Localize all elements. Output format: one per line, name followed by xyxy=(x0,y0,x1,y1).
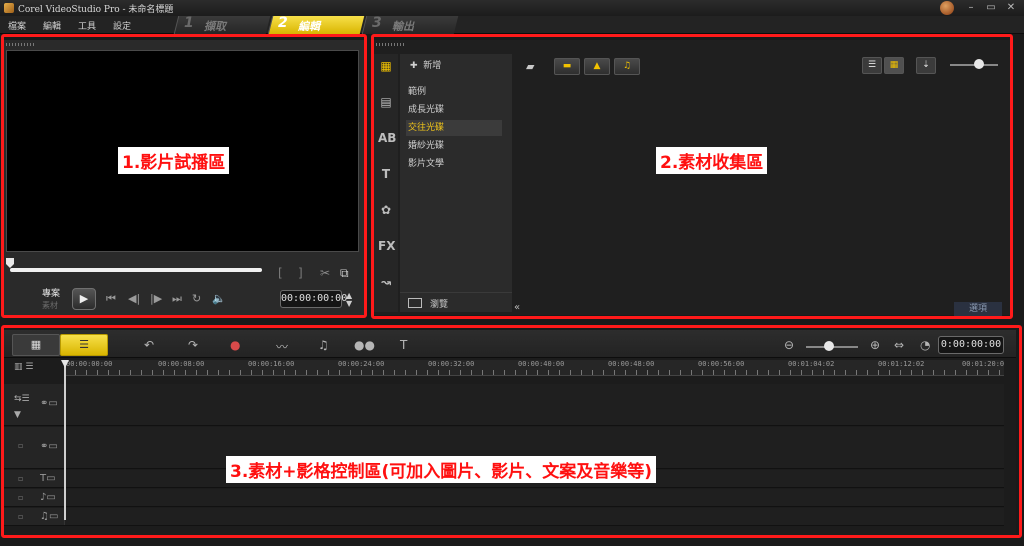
step-label: 擷取 xyxy=(204,20,226,33)
annotation-box-library xyxy=(371,34,1013,319)
minimize-icon[interactable]: – xyxy=(962,1,980,14)
step-number: 2 xyxy=(278,15,288,31)
restore-icon[interactable]: ▭ xyxy=(982,1,1000,14)
annotation-box-timeline xyxy=(1,325,1022,538)
menu-edit[interactable]: 編輯 xyxy=(43,19,61,32)
step-number: 1 xyxy=(184,15,194,31)
annotation-label-player: 1.影片試播區 xyxy=(118,147,230,174)
video-editor-window: Corel VideoStudio Pro - 未命名標題 – ▭ ✕ 檔案 編… xyxy=(0,0,1024,546)
title-bar: Corel VideoStudio Pro - 未命名標題 – ▭ ✕ xyxy=(0,0,1024,16)
close-icon[interactable]: ✕ xyxy=(1002,1,1020,14)
menu-settings[interactable]: 設定 xyxy=(113,19,131,32)
step-label: 編輯 xyxy=(298,20,320,33)
menu-tools[interactable]: 工具 xyxy=(78,19,96,32)
corel-orb-icon[interactable] xyxy=(940,1,954,15)
app-logo-icon xyxy=(4,3,14,13)
annotation-label-timeline: 3.素材+影格控制區(可加入圖片、影片、文案及音樂等) xyxy=(226,456,657,483)
annotation-label-library: 2.素材收集區 xyxy=(656,147,768,174)
menu-bar xyxy=(0,16,1024,34)
annotation-box-player xyxy=(1,34,367,318)
step-number: 3 xyxy=(372,15,382,31)
menu-file[interactable]: 檔案 xyxy=(8,19,26,32)
window-title: Corel VideoStudio Pro - 未命名標題 xyxy=(18,5,174,15)
step-label: 輸出 xyxy=(392,20,414,33)
